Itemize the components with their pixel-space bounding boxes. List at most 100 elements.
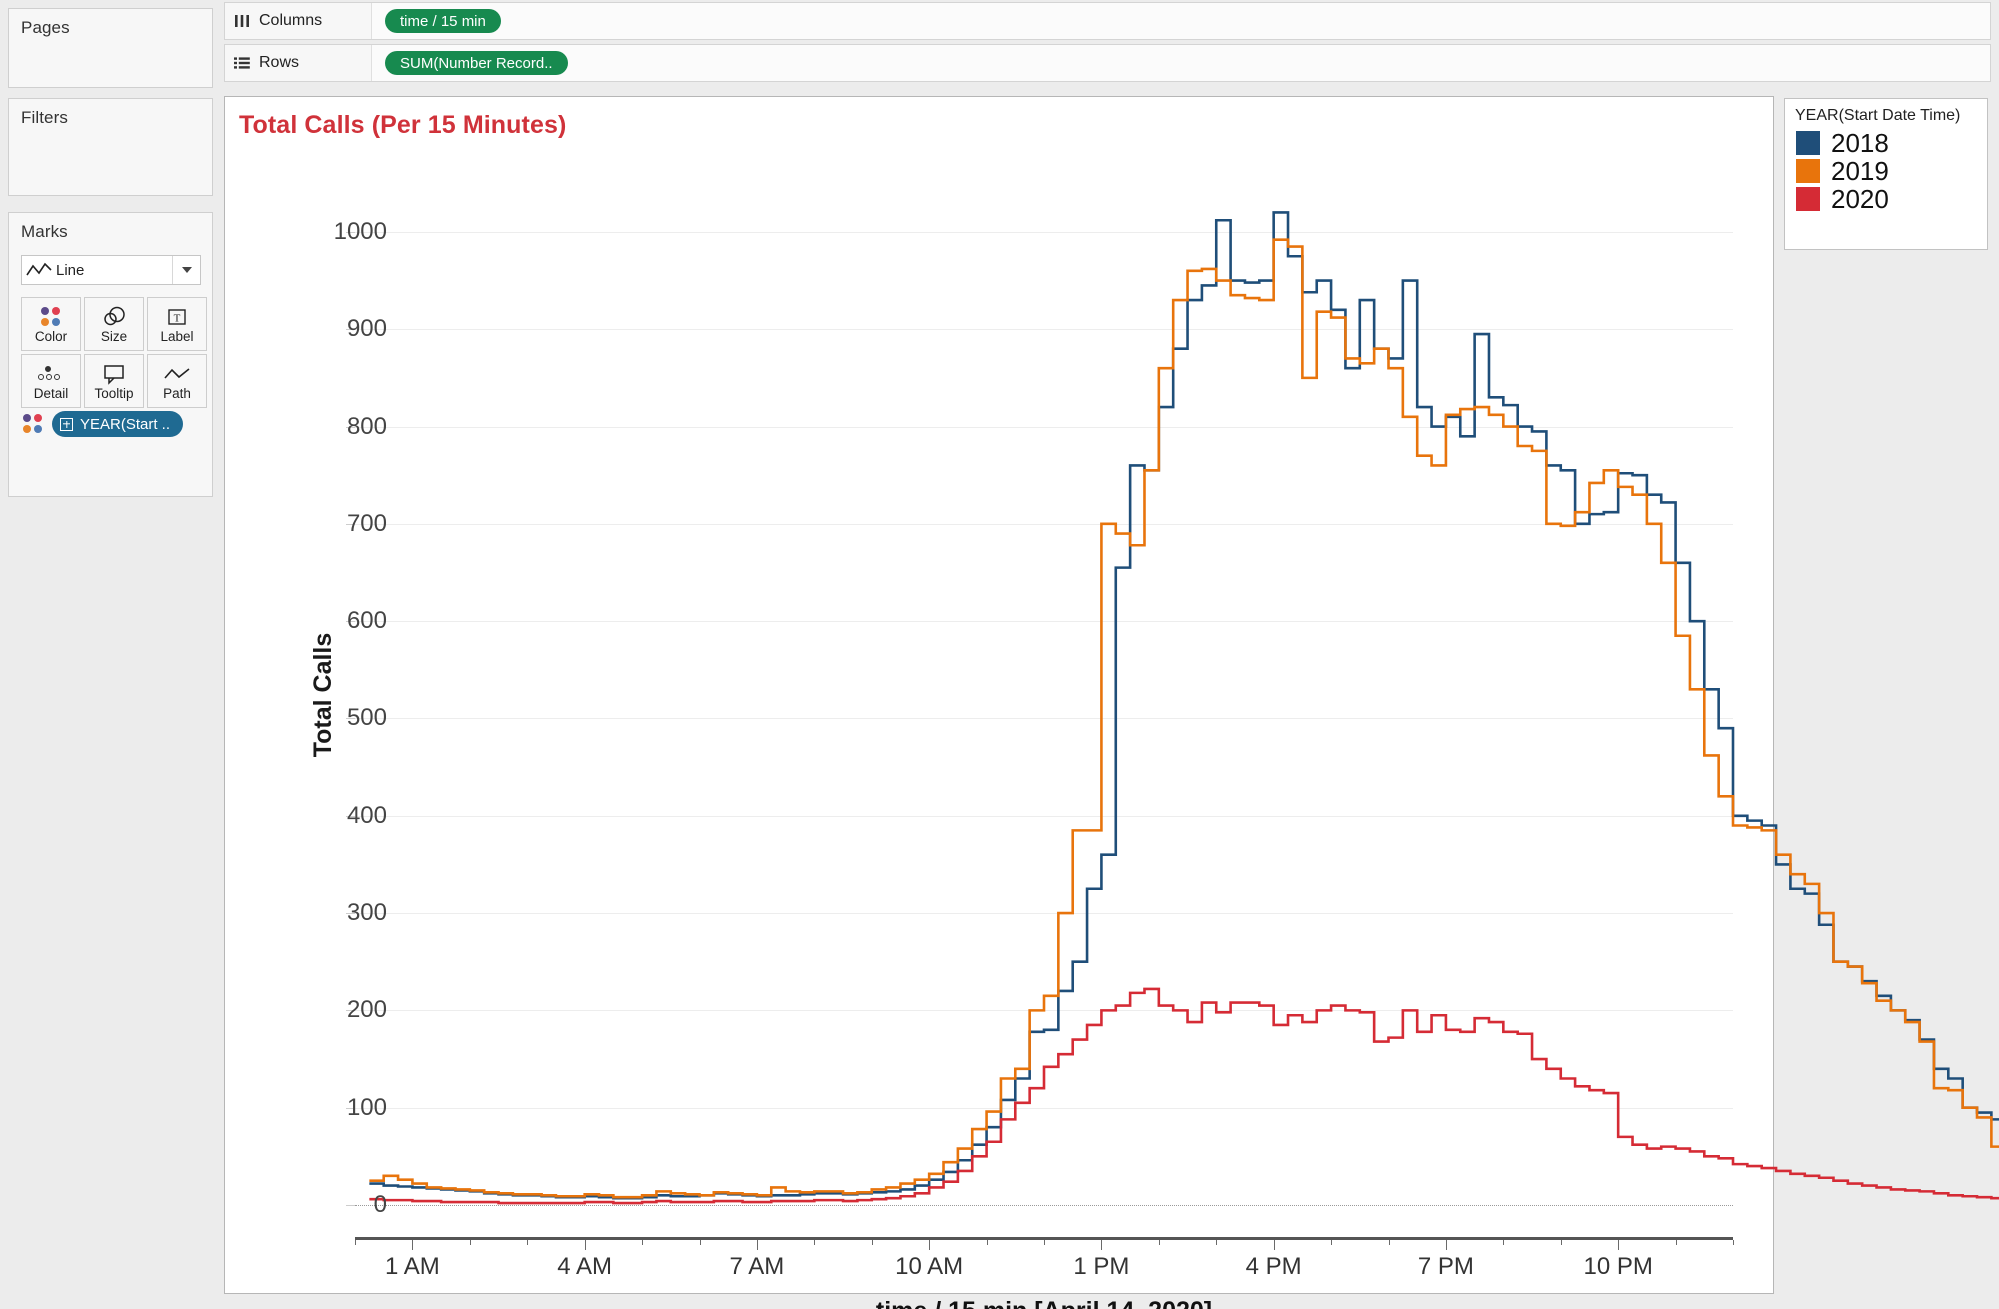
x-tick-mark — [469, 1240, 471, 1245]
marks-card-title: Marks — [21, 222, 68, 241]
x-tick-mark — [1273, 1240, 1275, 1250]
y-tick-label: 600 — [346, 607, 387, 635]
tooltip-button-label: Tooltip — [94, 386, 134, 401]
legend-item[interactable]: 2020 — [1785, 185, 1987, 213]
label-button[interactable]: T Label — [147, 297, 207, 351]
x-tick-mark — [355, 1240, 356, 1245]
x-tick-mark — [642, 1240, 644, 1245]
y-tick-label: 400 — [346, 801, 387, 829]
x-tick-mark — [1503, 1240, 1505, 1245]
tooltip-button[interactable]: Tooltip — [84, 354, 144, 408]
y-tick-label: 500 — [346, 704, 387, 732]
x-tick-mark — [1101, 1240, 1103, 1250]
size-button-label: Size — [100, 329, 128, 344]
x-tick-mark — [1216, 1240, 1218, 1245]
columns-shelf-dropzone[interactable]: time / 15 min — [371, 3, 1990, 39]
legend-item-label: 2019 — [1831, 156, 1889, 186]
x-tick-label: 4 PM — [1245, 1253, 1302, 1280]
y-tick-label: 300 — [346, 899, 387, 927]
x-tick-label: 1 PM — [1073, 1253, 1130, 1280]
legend-swatch — [1796, 187, 1820, 211]
x-tick-mark — [1158, 1240, 1160, 1245]
y-tick-label: 0 — [373, 1191, 387, 1218]
detail-button[interactable]: Detail — [21, 354, 81, 408]
x-tick-mark — [584, 1240, 586, 1250]
plot-area[interactable] — [346, 193, 1999, 1206]
zero-line — [355, 1205, 1733, 1206]
x-tick-mark — [871, 1240, 873, 1245]
x-tick-label: 10 PM — [1583, 1253, 1653, 1280]
x-tick-label: 1 AM — [385, 1253, 440, 1280]
x-tick-mark — [1560, 1240, 1562, 1245]
legend-item[interactable]: 2018 — [1785, 129, 1987, 157]
expand-plus-icon[interactable] — [60, 417, 73, 431]
marks-card[interactable]: Marks Line Color Size T Label Detail Too… — [8, 212, 213, 497]
x-tick-mark — [1618, 1240, 1620, 1250]
mark-type-dropdown[interactable]: Line — [21, 255, 201, 285]
path-button[interactable]: Path — [147, 354, 207, 408]
x-tick-label: 7 PM — [1417, 1253, 1474, 1280]
series-line-2019 — [369, 238, 1999, 1199]
x-tick-mark — [929, 1240, 931, 1250]
color-button[interactable]: Color — [21, 297, 81, 351]
series-lines — [369, 211, 1999, 1205]
legend-item[interactable]: 2019 — [1785, 157, 1987, 185]
mark-encoding-buttons: Color Size T Label Detail Tooltip Path — [21, 297, 207, 408]
color-legend[interactable]: YEAR(Start Date Time) 2018 2019 2020 — [1784, 98, 1988, 250]
x-tick-label: 7 AM — [729, 1253, 785, 1280]
columns-pill[interactable]: time / 15 min — [385, 9, 501, 33]
y-tick-label: 200 — [346, 996, 387, 1024]
marks-color-pill[interactable]: YEAR(Start .. — [52, 411, 184, 437]
x-tick-mark — [1331, 1240, 1333, 1245]
line-mark-icon — [22, 262, 56, 278]
path-button-label: Path — [163, 386, 191, 401]
mark-type-label: Line — [56, 261, 85, 279]
columns-icon — [225, 13, 259, 29]
view-panel[interactable]: Total Calls (Per 15 Minutes) Total Calls… — [224, 96, 1999, 1309]
x-tick-mark — [756, 1240, 758, 1250]
rows-shelf[interactable]: Rows SUM(Number Record.. — [224, 44, 1991, 82]
tableau-worksheet: Pages Filters Marks Line Color Size T La… — [0, 0, 1999, 1309]
series-line-2020 — [369, 987, 1999, 1205]
x-tick-mark — [412, 1240, 414, 1250]
legend-item-label: 2018 — [1831, 128, 1889, 158]
x-tick-mark — [527, 1240, 529, 1245]
pages-card[interactable]: Pages — [8, 8, 213, 88]
columns-shelf[interactable]: Columns time / 15 min — [224, 2, 1991, 40]
x-tick-mark — [1675, 1240, 1677, 1245]
tooltip-bubble-icon — [102, 361, 126, 387]
x-tick-mark — [1388, 1240, 1390, 1245]
legend-swatch — [1796, 131, 1820, 155]
x-tick-mark — [1445, 1240, 1447, 1250]
y-tick-label: 1000 — [333, 217, 387, 245]
detail-button-label: Detail — [33, 386, 69, 401]
columns-shelf-label: Columns — [259, 12, 323, 29]
y-tick-label: 700 — [346, 509, 387, 537]
series-line-2018 — [369, 211, 1999, 1200]
x-tick-mark — [986, 1240, 988, 1245]
x-tick-mark — [814, 1240, 816, 1245]
svg-text:T: T — [174, 313, 181, 325]
x-tick-mark — [1733, 1240, 1734, 1245]
y-tick-label: 900 — [346, 315, 387, 343]
marks-color-pill-label: YEAR(Start .. — [80, 415, 171, 433]
size-circles-icon — [102, 304, 126, 330]
filters-card[interactable]: Filters — [8, 98, 213, 196]
color-dots-icon — [23, 414, 43, 434]
y-tick-label: 800 — [346, 412, 387, 440]
rows-icon — [225, 55, 259, 71]
y-axis-title: Total Calls — [308, 632, 337, 758]
label-button-label: Label — [160, 329, 194, 344]
rows-shelf-dropzone[interactable]: SUM(Number Record.. — [371, 45, 1990, 81]
marks-encoding-row: YEAR(Start .. — [23, 411, 184, 437]
x-axis-title: time / 15 min [April 14, 2020] — [355, 1297, 1733, 1309]
color-button-label: Color — [34, 329, 68, 344]
rows-shelf-label: Rows — [259, 54, 300, 71]
x-tick-label: 10 AM — [895, 1253, 964, 1280]
size-button[interactable]: Size — [84, 297, 144, 351]
page-title: Total Calls (Per 15 Minutes) — [239, 111, 567, 139]
color-dots-icon — [41, 304, 61, 330]
chevron-down-icon[interactable] — [172, 256, 200, 284]
label-text-icon: T — [166, 304, 188, 330]
rows-pill[interactable]: SUM(Number Record.. — [385, 51, 568, 75]
